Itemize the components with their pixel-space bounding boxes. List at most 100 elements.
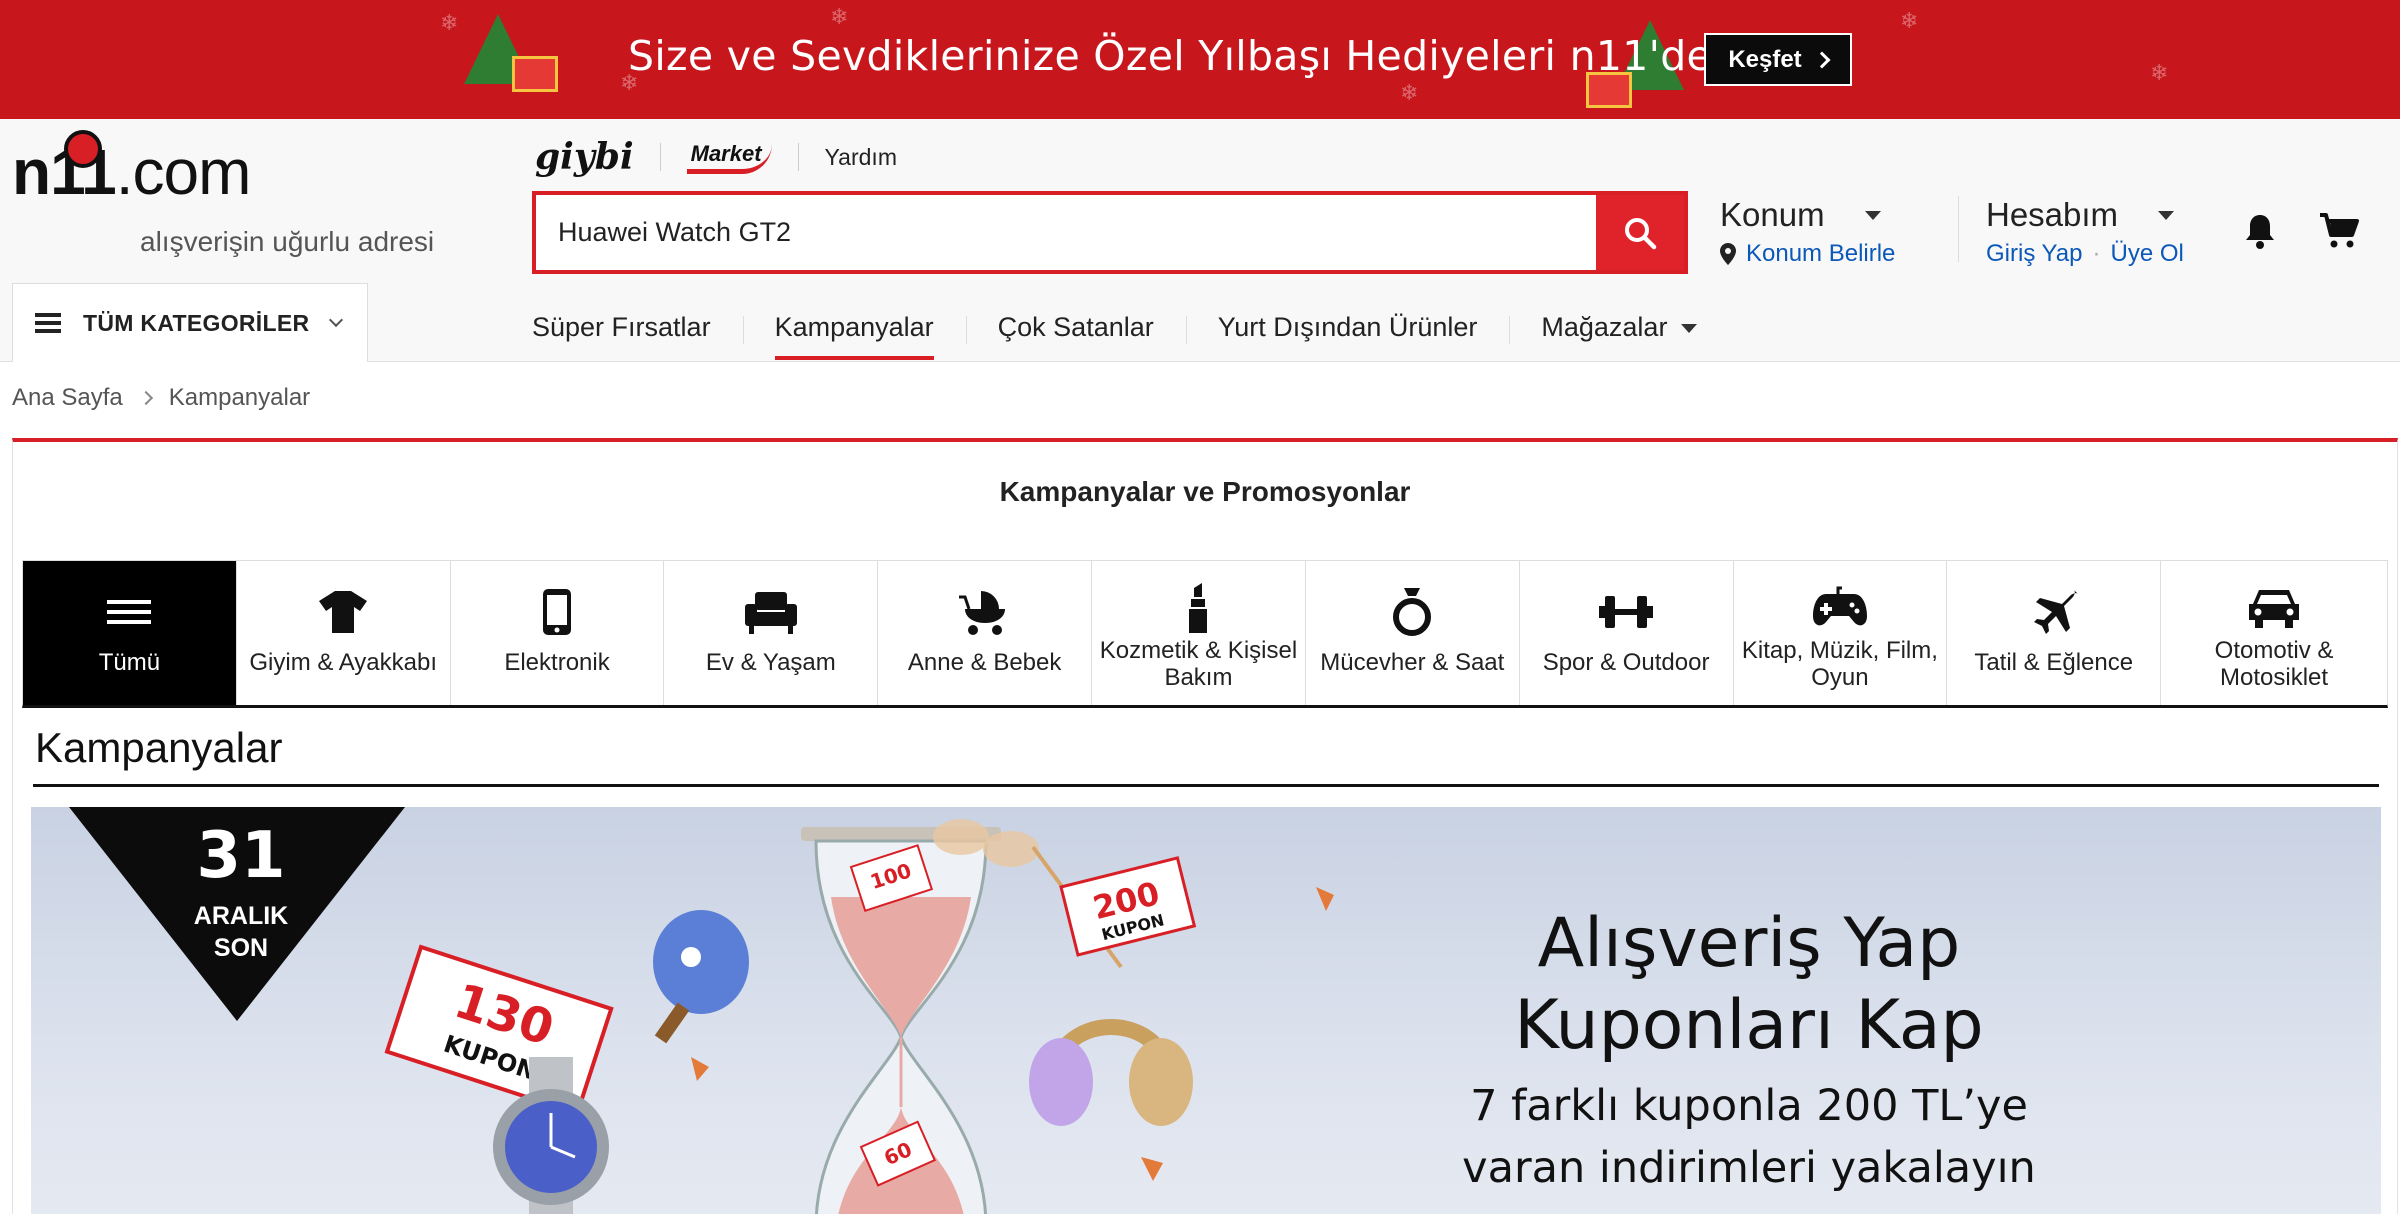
nav-item-campaigns[interactable]: Kampanyalar <box>742 304 966 360</box>
tshirt-icon <box>319 591 368 633</box>
category-tab-clothing[interactable]: Giyim & Ayakkabı <box>236 561 451 705</box>
category-tab-label: Spor & Outdoor <box>1542 649 1710 676</box>
hamburger-icon <box>35 313 61 333</box>
category-tab-books-media[interactable]: Kitap, Müzik, Film, Oyun <box>1733 561 1948 705</box>
deadline-month: ARALIK SON <box>181 900 301 964</box>
gift-icon <box>512 56 558 92</box>
snowflake-icon: ❄ <box>830 4 849 29</box>
site-logo[interactable]: n11 .com <box>12 130 252 208</box>
category-tab-jewelry[interactable]: Mücevher & Saat <box>1305 561 1520 705</box>
snowflake-icon: ❄ <box>1900 8 1919 33</box>
category-tab-sports[interactable]: Spor & Outdoor <box>1519 561 1734 705</box>
category-tab-home[interactable]: Ev & Yaşam <box>664 561 879 705</box>
gamepad-icon <box>1812 586 1867 626</box>
campaign-illustration: 130 KUPON 100 60 200 KUPON <box>384 819 1334 1214</box>
category-tab-travel[interactable]: Tatil & Eğlence <box>1947 561 2162 705</box>
nav-item-label: Süper Fırsatlar <box>532 312 711 342</box>
cart-button[interactable] <box>2318 212 2360 255</box>
section-title: Kampanyalar <box>35 724 283 771</box>
category-tabs: Tümü Giyim & Ayakkabı Elektronik Ev & Ya… <box>22 560 2388 708</box>
chevron-right-icon <box>138 390 153 406</box>
divider <box>797 143 799 171</box>
separator-dot: · <box>2092 240 2101 267</box>
deadline-month-text: ARALIK <box>193 902 289 930</box>
chevron-down-icon <box>329 312 344 328</box>
section-divider <box>33 784 2379 787</box>
category-tab-label: Kozmetik & Kişisel Bakım <box>1099 637 1298 691</box>
ping-pong-paddle-graphic <box>653 910 749 1044</box>
category-tab-label: Kitap, Müzik, Film, Oyun <box>1741 637 1938 691</box>
category-tab-cosmetics[interactable]: Kozmetik & Kişisel Bakım <box>1092 561 1306 705</box>
category-tab-all[interactable]: Tümü <box>23 561 237 705</box>
ladybug-icon <box>64 130 102 168</box>
category-tab-label: Elektronik <box>504 649 610 676</box>
dumbbell-icon <box>1599 596 1654 628</box>
main-nav: Süper Fırsatlar Kampanyalar Çok Satanlar… <box>500 304 1729 360</box>
giybi-link[interactable]: giybi <box>535 136 634 178</box>
nav-item-label: Çok Satanlar <box>997 312 1154 342</box>
search-icon <box>1625 217 1657 249</box>
logo-tagline: alışverişin uğurlu adresi <box>140 226 435 257</box>
deadline-suffix-text: SON <box>213 934 269 962</box>
banner-subtext: 7 farklı kuponla 200 TL’ye varan indirim… <box>1299 1075 2199 1199</box>
all-categories-button[interactable]: TÜM KATEGORİLER <box>12 283 368 362</box>
divider <box>659 143 661 171</box>
account-menu[interactable]: Hesabım Giriş Yap · Üye Ol <box>1986 196 2184 268</box>
discover-button[interactable]: Keşfet <box>1704 33 1852 86</box>
location-menu[interactable]: Konum Konum Belirle <box>1720 196 1895 268</box>
logo-suffix: .com <box>115 136 252 208</box>
search-input[interactable] <box>536 195 1596 270</box>
armchair-icon <box>744 592 797 634</box>
nav-item-super-deals[interactable]: Süper Fırsatlar <box>500 304 743 360</box>
location-title: Konum <box>1720 196 1825 233</box>
nav-item-overseas-products[interactable]: Yurt Dışından Ürünler <box>1185 304 1510 360</box>
set-location-link[interactable]: Konum Belirle <box>1746 240 1895 268</box>
register-link[interactable]: Üye Ol <box>2110 240 2183 268</box>
divider <box>1958 196 1959 262</box>
category-tab-automotive[interactable]: Otomotiv & Motosiklet <box>2161 561 2387 705</box>
breadcrumb-current: Kampanyalar <box>168 384 311 411</box>
phone-icon <box>543 589 572 635</box>
banner-subtext-line1: 7 farklı kuponla 200 TL’ye <box>1470 1081 2028 1131</box>
category-tab-electronics[interactable]: Elektronik <box>450 561 665 705</box>
deadline-day: 31 <box>196 819 286 893</box>
nav-item-best-sellers[interactable]: Çok Satanlar <box>965 304 1186 360</box>
nav-item-label: Kampanyalar <box>774 312 934 342</box>
chevron-right-icon <box>1813 51 1831 68</box>
leaf-graphic <box>691 1057 709 1081</box>
sub-links: giybi Market Yardım <box>535 136 897 178</box>
discover-button-label: Keşfet <box>1728 45 1802 73</box>
account-title: Hesabım <box>1986 196 2119 233</box>
promo-banner[interactable]: ❄ ❄ ❄ ❄ ❄ ❄ Size ve Sevdiklerinize Özel … <box>0 0 2400 119</box>
category-tab-mother-baby[interactable]: Anne & Bebek <box>878 561 1093 705</box>
page-title: Kampanyalar ve Promosyonlar <box>999 476 1411 507</box>
category-tab-label: Otomotiv & Motosiklet <box>2214 637 2334 691</box>
cart-icon <box>2320 213 2359 248</box>
coupon-130-graphic: 130 KUPON <box>384 944 614 1116</box>
help-link[interactable]: Yardım <box>825 144 897 171</box>
notifications-button[interactable] <box>2243 213 2277 256</box>
nav-item-label: Yurt Dışından Ürünler <box>1217 312 1478 342</box>
nav-item-label: Mağazalar <box>1541 312 1668 342</box>
banner-subtext-line2: varan indirimleri yakalayın <box>1462 1143 2036 1193</box>
leaf-graphic <box>1141 1157 1163 1181</box>
campaign-banner[interactable]: 31 ARALIK SON 130 KUPON 100 60 200 KUPON… <box>31 807 2381 1214</box>
category-tab-label: Ev & Yaşam <box>705 649 836 676</box>
banner-headline-line1: Alışveriş Yap <box>1537 904 1961 983</box>
nav-item-stores[interactable]: Mağazalar <box>1509 304 1729 360</box>
caret-down-icon <box>1864 210 1881 220</box>
lipstick-icon <box>1189 583 1208 633</box>
snowflake-icon: ❄ <box>440 10 459 35</box>
breadcrumb-home[interactable]: Ana Sayfa <box>12 384 123 412</box>
login-link[interactable]: Giriş Yap <box>1986 240 2082 268</box>
category-tab-label: Anne & Bebek <box>907 649 1062 676</box>
breadcrumb: Ana Sayfa Kampanyalar <box>12 384 310 412</box>
all-categories-label: TÜM KATEGORİLER <box>83 309 310 336</box>
list-icon <box>107 600 152 624</box>
airplane-icon <box>2033 590 2078 634</box>
market-link[interactable]: Market <box>686 141 772 174</box>
bell-icon <box>2246 215 2274 249</box>
map-pin-icon <box>1720 243 1736 265</box>
stroller-icon <box>958 591 1005 635</box>
search-button[interactable] <box>1596 195 1684 270</box>
